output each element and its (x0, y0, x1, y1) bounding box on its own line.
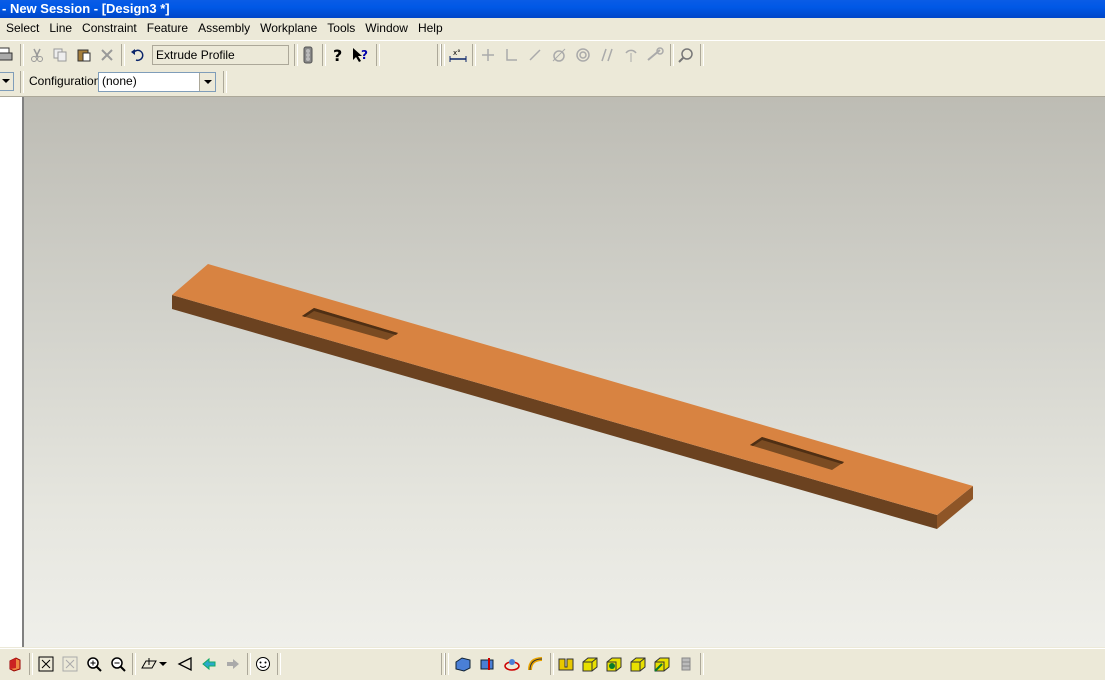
configuration-toolbar: Configuration: (none) (0, 69, 1105, 97)
shell-feature-icon[interactable] (555, 653, 577, 675)
toolbar-separator (445, 653, 449, 675)
left-dropdown[interactable] (0, 72, 14, 91)
extrude-feature-icon[interactable] (452, 653, 474, 675)
toolbar-separator (322, 44, 326, 66)
arrow-right-icon[interactable] (222, 653, 244, 675)
toolbar-separator (132, 653, 136, 675)
toolbar-separator (700, 44, 704, 66)
coincident-icon[interactable] (477, 44, 499, 66)
copy-icon[interactable] (49, 44, 71, 66)
toolbar-separator (20, 71, 24, 93)
zoom-in-icon[interactable] (83, 653, 105, 675)
undo-icon[interactable] (127, 44, 149, 66)
revolve-feature-icon[interactable] (501, 653, 523, 675)
smiley-icon[interactable] (252, 653, 274, 675)
chevron-down-icon[interactable] (157, 653, 169, 675)
part-model[interactable] (24, 97, 1105, 647)
part-top-face (172, 264, 973, 515)
tangent-icon[interactable] (548, 44, 570, 66)
toolbar-separator (223, 71, 227, 93)
toolbar-separator (472, 44, 476, 66)
configuration-select[interactable]: (none) (98, 72, 216, 92)
print-icon[interactable] (0, 44, 16, 66)
main-toolbar: Extrude Profile ? ? x° (0, 40, 1105, 70)
menu-constraint[interactable]: Constraint (77, 18, 142, 39)
inspect-icon[interactable] (675, 44, 697, 66)
chevron-down-icon (199, 73, 215, 91)
paste-icon[interactable] (73, 44, 95, 66)
toolbar-separator (20, 44, 24, 66)
toolbar-separator (441, 44, 445, 66)
window-title: - New Session - [Design3 *] (2, 1, 170, 16)
configuration-value: (none) (102, 74, 137, 88)
configuration-label: Configuration: (29, 74, 104, 88)
title-bar: - New Session - [Design3 *] (0, 0, 1105, 18)
zoom-out-icon[interactable] (107, 653, 129, 675)
menu-help[interactable]: Help (413, 18, 448, 39)
menu-assembly[interactable]: Assembly (193, 18, 255, 39)
fillet-feature-icon[interactable] (579, 653, 601, 675)
menu-feature[interactable]: Feature (142, 18, 193, 39)
delete-icon[interactable] (96, 44, 118, 66)
menu-select[interactable]: Select (0, 18, 44, 39)
zoom-fit-icon[interactable] (35, 653, 57, 675)
box-feature-icon[interactable] (627, 653, 649, 675)
part-front-face (172, 295, 937, 529)
symmetric-icon[interactable] (620, 44, 642, 66)
zoom-window-icon[interactable] (59, 653, 81, 675)
cut-feature-icon[interactable] (477, 653, 499, 675)
toolbar-separator (247, 653, 251, 675)
chamfer-feature-icon[interactable] (603, 653, 625, 675)
cut-icon[interactable] (26, 44, 48, 66)
menu-tools[interactable]: Tools (322, 18, 360, 39)
toolbar-separator (550, 653, 554, 675)
svg-text:?: ? (333, 46, 342, 64)
view-toolbar (0, 648, 1105, 680)
toolbar-separator (121, 44, 125, 66)
menu-bar: Select Line Constraint Feature Assembly Workp… (0, 18, 1105, 39)
parallel-icon[interactable] (524, 44, 546, 66)
toolbar-separator (277, 653, 281, 675)
arrow-left-icon[interactable] (198, 653, 220, 675)
svg-text:?: ? (361, 48, 368, 62)
chevron-down-icon (0, 73, 13, 90)
help-icon[interactable]: ? (327, 44, 349, 66)
equal-length-icon[interactable] (596, 44, 618, 66)
menu-window[interactable]: Window (360, 18, 413, 39)
menu-line[interactable]: Line (44, 18, 77, 39)
toolbar-separator (29, 653, 33, 675)
part-color-icon[interactable] (4, 653, 26, 675)
toolbar-separator (700, 653, 704, 675)
sweep-feature-icon[interactable] (525, 653, 547, 675)
draft-feature-icon[interactable] (651, 653, 673, 675)
pattern-feature-icon[interactable] (675, 653, 697, 675)
traffic-light-icon[interactable] (297, 44, 319, 66)
context-help-icon[interactable]: ? (350, 44, 372, 66)
feature-tree-pane[interactable] (0, 97, 24, 647)
3d-viewport[interactable] (24, 97, 1105, 647)
dimension-icon[interactable]: x° (447, 44, 469, 66)
toolbar-separator (376, 44, 380, 66)
fix-icon[interactable] (644, 44, 666, 66)
command-field: Extrude Profile (152, 45, 289, 65)
perpendicular-icon[interactable] (500, 44, 522, 66)
previous-view-icon[interactable] (174, 653, 196, 675)
svg-text:x°: x° (453, 49, 461, 57)
concentric-icon[interactable] (572, 44, 594, 66)
menu-workplane[interactable]: Workplane (255, 18, 322, 39)
toolbar-separator (670, 44, 674, 66)
